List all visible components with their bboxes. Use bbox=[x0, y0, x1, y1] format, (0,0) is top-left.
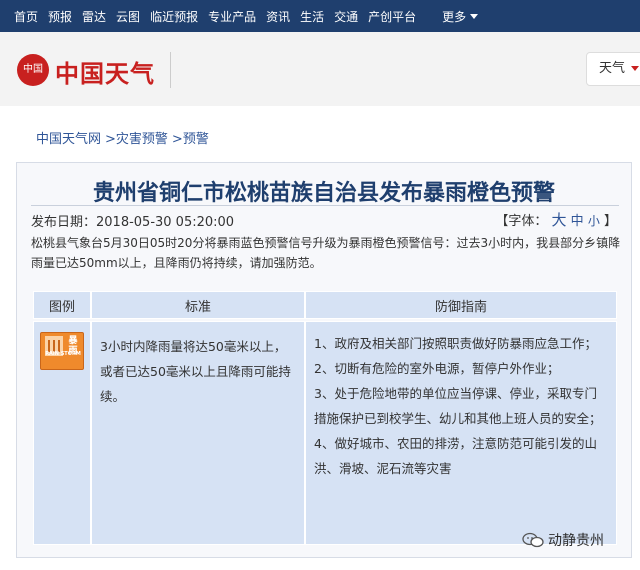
warning-table: 图例 标准 防御指南 暴雨 RAIN STORM 3小时内降雨量将达50毫米以上… bbox=[33, 291, 617, 545]
nav-item-forecast[interactable]: 预报 bbox=[48, 8, 72, 25]
rainstorm-orange-warning-icon: 暴雨 RAIN STORM bbox=[40, 332, 84, 370]
watermark-text: 动静贵州 bbox=[548, 533, 604, 549]
nav-more-dropdown[interactable]: 更多 bbox=[442, 8, 479, 25]
font-size-small-button[interactable]: 小 bbox=[588, 214, 600, 228]
city-select-label: 天气 bbox=[599, 61, 626, 76]
chevron-down-icon bbox=[470, 13, 479, 19]
city-weather-select[interactable]: 天气 bbox=[586, 52, 640, 86]
breadcrumb-home-link[interactable]: 中国天气网 bbox=[36, 132, 101, 147]
logo-seal-icon[interactable]: 中国 bbox=[17, 54, 49, 86]
guide-item: 3、处于危险地带的单位应当停课、停业，采取专门措施保护已到校学生、幼儿和其他上班… bbox=[314, 386, 602, 426]
guide-item: 2、切断有危险的室外电源，暂停户外作业； bbox=[314, 361, 560, 376]
font-size-large-button[interactable]: 大 bbox=[552, 211, 567, 229]
guide-item: 1、政府及相关部门按照职责做好防暴雨应急工作； bbox=[314, 336, 597, 351]
table-cell-legend: 暴雨 RAIN STORM bbox=[33, 321, 91, 545]
nav-item-nowcast[interactable]: 临近预报 bbox=[150, 8, 198, 25]
logo-seal-text: 中国 bbox=[23, 64, 43, 75]
nav-item-platform[interactable]: 产创平台 bbox=[368, 8, 416, 25]
table-header-guide: 防御指南 bbox=[305, 291, 617, 319]
header-divider bbox=[170, 52, 171, 88]
warning-notice-text: 松桃县气象台5月30日05时20分将暴雨蓝色预警信号升级为暴雨橙色预警信号：过去… bbox=[31, 236, 621, 270]
site-header: 中国 中国天气 天气 bbox=[0, 32, 640, 106]
page-title: 贵州省铜仁市松桃苗族自治县发布暴雨橙色预警 bbox=[92, 181, 555, 206]
warning-icon-en-text: RAIN STORM bbox=[45, 351, 81, 357]
chevron-down-icon bbox=[631, 66, 640, 71]
breadcrumb: 中国天气网 >灾害预警 >预警 bbox=[36, 128, 213, 147]
table-header-legend: 图例 bbox=[33, 291, 91, 319]
warning-panel: 贵州省铜仁市松桃苗族自治县发布暴雨橙色预警 发布日期：2018-05-30 05… bbox=[16, 162, 632, 558]
site-logo[interactable]: 中国天气 bbox=[55, 54, 155, 89]
font-size-switcher: 【字体： 大 中 小 】 bbox=[495, 209, 617, 230]
breadcrumb-disaster-warning-link[interactable]: >灾害预警 bbox=[105, 132, 168, 147]
table-header-standard: 标准 bbox=[91, 291, 305, 319]
breadcrumb-warning-link[interactable]: >预警 bbox=[172, 132, 209, 147]
nav-item-traffic[interactable]: 交通 bbox=[334, 8, 358, 25]
nav-more-label: 更多 bbox=[442, 9, 467, 24]
nav-item-life[interactable]: 生活 bbox=[300, 8, 324, 25]
watermark: 动静贵州 bbox=[522, 530, 604, 550]
title-divider bbox=[31, 205, 619, 206]
guide-item: 4、做好城市、农田的排涝，注意防范可能引发的山洪、滑坡、泥石流等灾害 bbox=[314, 436, 597, 476]
top-navigation-bar: 首页 预报 雷达 云图 临近预报 专业产品 资讯 生活 交通 产创平台 更多 bbox=[0, 0, 640, 32]
font-size-label: 【字体： bbox=[495, 214, 548, 229]
wechat-icon bbox=[522, 532, 544, 548]
table-cell-standard: 3小时内降雨量将达50毫米以上，或者已达50毫米以上且降雨可能持续。 bbox=[91, 321, 305, 545]
nav-item-home[interactable]: 首页 bbox=[14, 8, 38, 25]
table-cell-guide: 1、政府及相关部门按照职责做好防暴雨应急工作； 2、切断有危险的室外电源，暂停户… bbox=[305, 321, 617, 545]
nav-item-products[interactable]: 专业产品 bbox=[208, 8, 256, 25]
nav-item-radar[interactable]: 雷达 bbox=[82, 8, 106, 25]
nav-item-cloud-map[interactable]: 云图 bbox=[116, 8, 140, 25]
font-size-medium-button[interactable]: 中 bbox=[571, 214, 584, 229]
font-size-close-bracket: 】 bbox=[603, 214, 617, 229]
nav-item-news[interactable]: 资讯 bbox=[266, 8, 290, 25]
publish-date: 发布日期：2018-05-30 05:20:00 bbox=[31, 215, 235, 230]
